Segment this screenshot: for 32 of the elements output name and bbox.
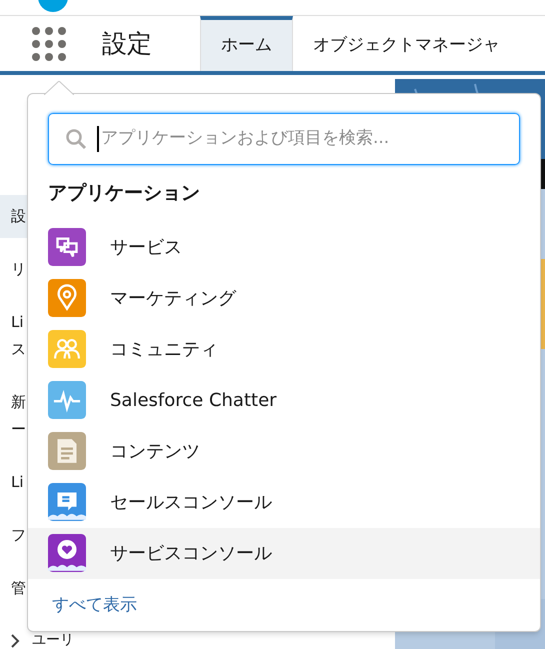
sidebar-item[interactable]: 設 — [0, 195, 27, 238]
chevron-icon[interactable] — [10, 634, 20, 648]
app-icon — [48, 381, 86, 419]
app-item[interactable]: マーケティング — [28, 272, 540, 324]
sidebar-item[interactable]: フ — [0, 514, 27, 557]
sidebar-item[interactable]: リ — [0, 248, 27, 291]
sidebar-item[interactable]: Li ス — [0, 301, 27, 371]
sidebar-item[interactable]: ユーリ — [32, 633, 74, 648]
search-input: アプリケーションおよび項目を検索... — [97, 126, 503, 152]
sidebar-item[interactable]: Li — [0, 461, 27, 504]
app-item[interactable]: サービスコンソール — [28, 528, 540, 578]
app-item[interactable]: サービス — [28, 222, 540, 272]
view-all-link[interactable]: すべて表示 — [52, 592, 137, 618]
app-icon — [48, 483, 86, 521]
app-icon — [48, 228, 86, 266]
app-item[interactable]: Salesforce Chatter — [28, 374, 540, 426]
sidebar-item[interactable]: 新 ー — [0, 381, 27, 451]
app-item[interactable]: コミュニティ — [28, 324, 540, 374]
app-icon — [48, 330, 86, 368]
sidebar-item[interactable]: 管 — [0, 567, 27, 610]
nav-tab[interactable]: ホーム — [200, 16, 293, 71]
search-field[interactable]: アプリケーションおよび項目を検索... — [48, 113, 520, 165]
app-icon — [48, 279, 86, 317]
app-launcher-icon — [31, 26, 67, 62]
app-icon — [48, 534, 86, 572]
section-heading: アプリケーション — [48, 181, 201, 206]
app-title: 設定 — [102, 28, 153, 60]
search-icon — [65, 128, 87, 150]
nav-tab[interactable]: オブジェクトマネージャ — [293, 16, 520, 71]
app-icon — [48, 432, 86, 470]
app-item[interactable]: セールスコンソール — [28, 476, 540, 528]
app-item[interactable]: コンテンツ — [28, 426, 540, 476]
